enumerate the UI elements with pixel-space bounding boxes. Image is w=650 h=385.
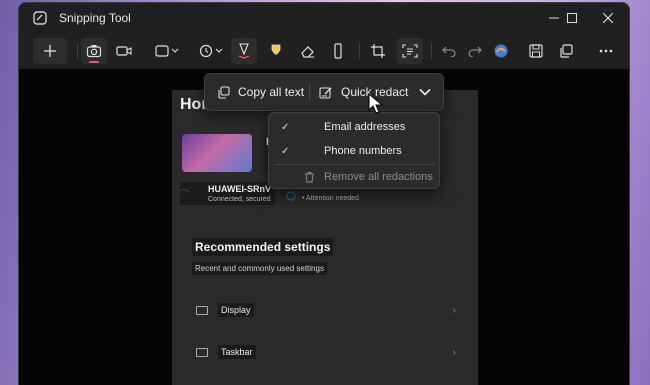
title-bar: Snipping Tool — [19, 3, 629, 33]
chevron-down-icon — [419, 88, 431, 96]
camera-icon — [86, 45, 102, 58]
menu-item-email-addresses[interactable]: ✓ Email addresses — [269, 116, 439, 138]
ballpoint-pen-button[interactable] — [231, 38, 257, 64]
update-status: • Attention needed — [286, 191, 363, 204]
undo-icon — [442, 46, 456, 57]
network-name: HUAWEI-SRnV — [208, 184, 271, 194]
undo-button[interactable] — [437, 38, 461, 64]
quick-redact-button[interactable]: Quick redact — [319, 74, 408, 110]
menu-item-label: Phone numbers — [324, 145, 402, 157]
snipping-tool-app-icon — [33, 11, 47, 25]
redact-icon — [319, 86, 332, 99]
eraser-icon — [301, 46, 314, 58]
more-options-button[interactable] — [593, 38, 619, 64]
trash-icon — [305, 172, 314, 183]
menu-item-phone-numbers[interactable]: ✓ Phone numbers — [269, 140, 439, 162]
new-snip-button[interactable] — [33, 38, 67, 64]
highlighter-icon — [271, 44, 281, 55]
display-icon — [196, 305, 208, 315]
checkmark-icon: ✓ — [281, 145, 290, 157]
copy-button[interactable] — [553, 38, 579, 64]
snipping-tool-window: Snipping Tool Hor HUAWEI-SRnV Connected,… — [18, 2, 630, 385]
screenshot-mode-button[interactable] — [81, 38, 107, 64]
window-title: Snipping Tool — [59, 11, 131, 25]
paint-button[interactable] — [489, 38, 513, 64]
settings-row-display: Display › — [186, 297, 466, 323]
clock-icon — [199, 44, 223, 58]
maximize-button[interactable] — [555, 6, 589, 30]
wifi-network: HUAWEI-SRnV Connected, secured — [178, 182, 275, 205]
snip-shape-dropdown[interactable] — [151, 38, 183, 64]
highlighter-button[interactable] — [263, 38, 289, 64]
wifi-icon — [178, 189, 190, 193]
chevron-right-icon: › — [452, 346, 456, 358]
settings-label: Taskbar — [218, 345, 256, 359]
redo-button[interactable] — [463, 38, 487, 64]
recommended-settings-subtitle: Recent and commonly used settings — [192, 262, 327, 275]
recommended-settings-title: Recommended settings — [192, 238, 334, 256]
crop-icon — [371, 44, 385, 58]
rectangle-snip-icon — [155, 45, 179, 57]
copy-text-icon — [218, 85, 230, 99]
toolbar — [19, 33, 629, 69]
delay-dropdown[interactable] — [195, 38, 227, 64]
mouse-cursor-icon — [368, 93, 384, 114]
settings-row-taskbar: Taskbar › — [186, 339, 466, 365]
menu-item-remove-all-redactions[interactable]: Remove all redactions — [269, 166, 439, 188]
settings-label: Display — [218, 303, 254, 317]
ruler-icon — [334, 43, 342, 59]
crop-button[interactable] — [365, 38, 391, 64]
text-actions-icon — [402, 44, 418, 58]
video-camera-icon — [116, 46, 132, 56]
wallpaper-thumbnail — [182, 134, 252, 172]
menu-item-label: Remove all redactions — [324, 171, 433, 183]
checkmark-icon: ✓ — [281, 121, 290, 133]
windows-update-icon — [286, 191, 296, 201]
text-actions-button[interactable] — [397, 38, 423, 64]
copy-all-text-button[interactable]: Copy all text — [217, 74, 304, 110]
eraser-button[interactable] — [295, 38, 321, 64]
maximize-icon — [567, 13, 577, 23]
paint-icon — [494, 44, 508, 58]
close-icon — [603, 13, 613, 23]
update-status-text: • Attention needed — [302, 195, 359, 202]
text-actions-bar: Copy all text Quick redact — [204, 73, 444, 111]
copy-icon — [560, 44, 573, 58]
pen-icon — [238, 43, 250, 59]
redact-options-dropdown[interactable] — [419, 74, 431, 110]
ruler-button[interactable] — [325, 38, 351, 64]
close-button[interactable] — [591, 6, 625, 30]
plus-icon — [44, 45, 56, 57]
chevron-right-icon: › — [452, 304, 456, 316]
menu-item-label: Email addresses — [324, 121, 406, 133]
redo-icon — [468, 46, 482, 57]
network-status: Connected, secured — [208, 196, 271, 203]
save-icon — [529, 44, 543, 58]
save-button[interactable] — [523, 38, 549, 64]
video-mode-button[interactable] — [111, 38, 137, 64]
more-icon — [599, 49, 613, 53]
taskbar-icon — [196, 347, 208, 357]
redact-options-menu: ✓ Email addresses ✓ Phone numbers Remove… — [268, 112, 440, 189]
copy-all-text-label: Copy all text — [238, 85, 305, 99]
